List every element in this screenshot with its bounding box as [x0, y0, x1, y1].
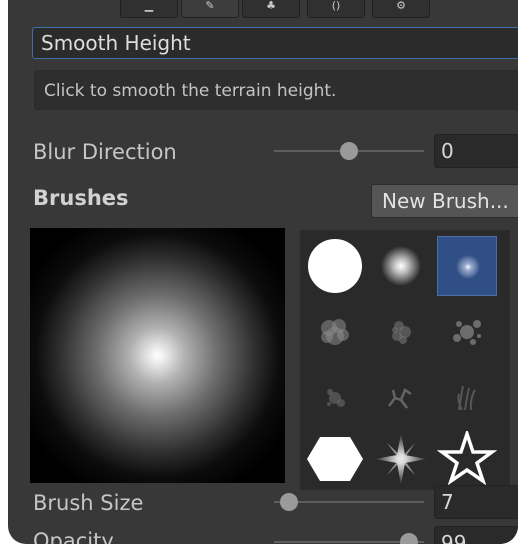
brush-cell[interactable] — [437, 368, 497, 428]
new-brush-button-label: New Brush... — [382, 189, 509, 213]
soft-circle-brush-icon — [381, 246, 421, 286]
blur-direction-field[interactable]: 0 — [434, 134, 518, 168]
blur-direction-label: Blur Direction — [33, 140, 177, 164]
brush-cell[interactable] — [305, 368, 365, 428]
brush-cell[interactable] — [371, 431, 431, 490]
paint-texture-icon: ✎ — [205, 0, 215, 12]
raise-terrain-tab[interactable]: ▁ — [120, 0, 178, 18]
help-text: Click to smooth the terrain height. — [44, 81, 337, 101]
settings-tab[interactable]: ⚙ — [372, 0, 430, 18]
brush-cell[interactable] — [371, 236, 431, 296]
star-outline-brush-icon — [437, 431, 497, 486]
settings-icon: ⚙ — [396, 0, 406, 12]
paint-texture-tab[interactable]: ✎ — [181, 0, 239, 18]
detail-tab[interactable]: () — [307, 0, 365, 18]
tree-tab[interactable]: ♣ — [242, 0, 300, 18]
star-burst-brush-icon — [375, 433, 427, 485]
opacity-field[interactable]: 99 — [434, 526, 518, 544]
raise-terrain-icon: ▁ — [144, 0, 154, 12]
blur-direction-slider-thumb[interactable] — [340, 142, 358, 160]
brush-cell[interactable] — [305, 236, 365, 296]
tree-icon: ♣ — [266, 0, 276, 12]
brush-size-value: 7 — [441, 490, 454, 514]
brushes-label: Brushes — [33, 186, 129, 210]
brush-cell[interactable] — [437, 431, 497, 490]
brush-cell[interactable] — [305, 302, 365, 362]
brush-cell[interactable] — [437, 302, 497, 362]
hard-circle-brush-icon — [308, 239, 362, 293]
brush-cell[interactable] — [371, 368, 431, 428]
terrain-inspector-panel: ▁ ✎ ♣ () ⚙ Smooth Height Click to smooth… — [8, 0, 518, 544]
tiny-soft-circle-brush-icon — [456, 255, 480, 279]
cloud-brush-1-icon — [321, 319, 349, 345]
brush-grid[interactable] — [300, 230, 510, 490]
brush-size-slider-thumb[interactable] — [280, 493, 298, 511]
brush-cell-selected[interactable] — [437, 236, 497, 296]
brush-size-label: Brush Size — [33, 491, 144, 515]
crack-brush-icon — [388, 388, 412, 409]
help-box: Click to smooth the terrain height. — [34, 70, 518, 110]
splatter-brush-icon — [453, 320, 481, 345]
new-brush-button[interactable]: New Brush... — [371, 184, 518, 218]
grass-brush-icon — [457, 385, 476, 411]
opacity-slider-thumb[interactable] — [400, 533, 418, 544]
blur-direction-value: 0 — [441, 139, 454, 163]
opacity-label: Opacity — [33, 529, 114, 544]
brush-cell[interactable] — [371, 302, 431, 362]
opacity-value: 99 — [441, 531, 467, 544]
brush-size-field[interactable]: 7 — [434, 485, 518, 519]
tool-dropdown[interactable]: Smooth Height — [32, 27, 518, 59]
brush-cell[interactable] — [305, 431, 365, 490]
tool-dropdown-value: Smooth Height — [41, 31, 191, 55]
smudge-brush-icon — [327, 389, 345, 407]
cloud-brush-2-icon — [392, 321, 411, 344]
hexagon-brush-icon — [307, 437, 363, 481]
brush-preview — [30, 228, 285, 483]
detail-icon: () — [331, 0, 341, 12]
